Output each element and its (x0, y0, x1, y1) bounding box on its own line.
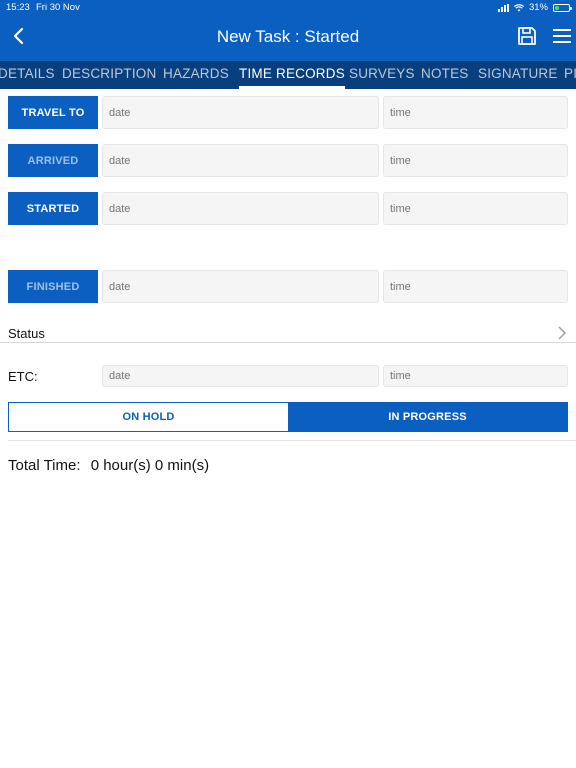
status-row[interactable]: Status (0, 322, 576, 343)
battery-icon (553, 3, 572, 12)
total-time-value: 0 hour(s) 0 min(s) (90, 457, 210, 474)
tab-bar: DETAILS DESCRIPTION HAZARDS TIME RECORDS… (0, 61, 576, 89)
arrived-time-input[interactable] (383, 144, 568, 177)
arrived-date-input[interactable] (102, 144, 379, 177)
tab-overflow[interactable]: PI (564, 61, 576, 89)
menu-button[interactable] (552, 27, 572, 45)
battery-level (555, 5, 560, 10)
tab-hazards[interactable]: HAZARDS (163, 61, 229, 89)
tab-description[interactable]: DESCRIPTION (62, 61, 156, 89)
total-time: Total Time: 0 hour(s) 0 min(s) (8, 457, 209, 474)
status-toggle: ON HOLD IN PROGRESS (8, 402, 568, 432)
page-title: New Task : Started (216, 27, 360, 46)
on-hold-option[interactable]: ON HOLD (9, 403, 288, 431)
finished-time-input[interactable] (383, 270, 568, 303)
divider (8, 440, 576, 441)
started-time-input[interactable] (383, 192, 568, 225)
travel-to-button[interactable]: TRAVEL TO (8, 96, 98, 129)
status-label: Status (8, 326, 45, 341)
started-button[interactable]: STARTED (8, 192, 98, 225)
status-indicators: 31% (497, 2, 572, 13)
travel-to-time-input[interactable] (383, 96, 568, 129)
status-date: Fri 30 Nov (36, 2, 80, 13)
tab-notes[interactable]: NOTES (421, 61, 469, 89)
top-bar: 15:23 Fri 30 Nov 31% New Task : Started (0, 0, 576, 61)
cellular-signal-icon (497, 3, 509, 12)
started-date-input[interactable] (102, 192, 379, 225)
etc-time-input[interactable] (383, 365, 568, 387)
etc-label: ETC: (8, 369, 38, 384)
tab-surveys[interactable]: SURVEYS (349, 61, 415, 89)
status-bar: 15:23 Fri 30 Nov 31% (0, 0, 576, 16)
finished-date-input[interactable] (102, 270, 379, 303)
tab-details[interactable]: DETAILS (0, 61, 55, 89)
hamburger-menu-icon (553, 29, 571, 43)
battery-percent: 31% (528, 2, 548, 13)
wifi-icon (513, 3, 524, 11)
tab-signature[interactable]: SIGNATURE (478, 61, 558, 89)
in-progress-option[interactable]: IN PROGRESS (288, 403, 567, 431)
etc-date-input[interactable] (102, 365, 379, 387)
total-time-label: Total Time: (8, 457, 81, 474)
travel-to-date-input[interactable] (102, 96, 379, 129)
status-time: 15:23 (6, 2, 30, 13)
arrived-button[interactable]: ARRIVED (8, 144, 98, 177)
finished-button[interactable]: FINISHED (8, 270, 98, 303)
save-button[interactable] (516, 25, 538, 47)
tab-time-records[interactable]: TIME RECORDS (239, 61, 345, 89)
chevron-right-icon (558, 326, 566, 340)
floppy-disk-icon (518, 27, 536, 45)
